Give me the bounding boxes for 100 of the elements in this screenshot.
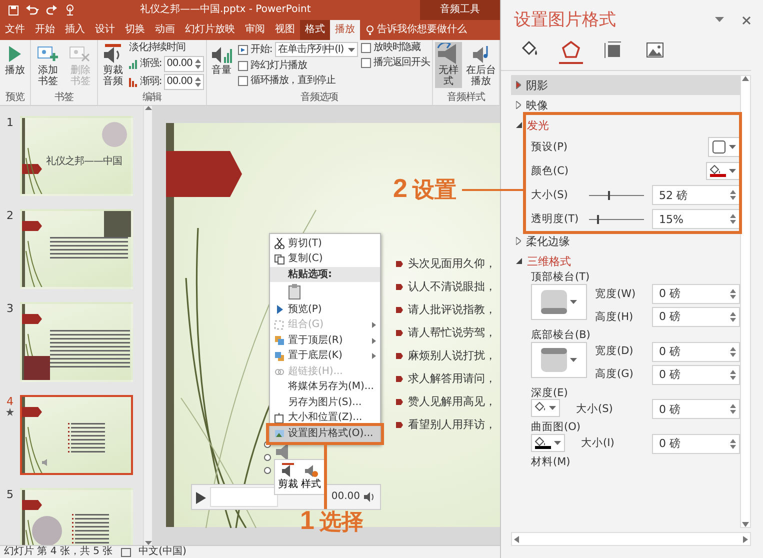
bevel-dropdown[interactable] xyxy=(531,284,587,320)
slide-number: 1 xyxy=(6,116,14,130)
section-header[interactable]: 柔化边缘 xyxy=(511,231,740,252)
spin-field[interactable]: 0 磅 xyxy=(652,306,740,327)
touch-mode-icon[interactable] xyxy=(64,4,76,16)
ribbon-tab[interactable]: 审阅 xyxy=(240,20,270,40)
preset-dropdown[interactable] xyxy=(708,137,740,158)
spin-field[interactable]: 0 磅 xyxy=(652,342,740,362)
checkbox-label[interactable]: 播完返回开头 xyxy=(374,57,430,69)
ribbon-tab[interactable]: 幻灯片放映 xyxy=(180,20,240,40)
field-label: 渐强: xyxy=(140,58,162,70)
scroll-up-icon[interactable] xyxy=(742,76,749,82)
spin-field[interactable]: 0 磅 xyxy=(652,399,740,420)
scroll-right-icon[interactable] xyxy=(743,536,748,542)
field-label: 颜色(C) xyxy=(531,165,569,178)
bullet-text: 认人不清说眼拙， xyxy=(408,279,496,295)
paste-icon[interactable] xyxy=(288,284,302,300)
slider-thumb[interactable] xyxy=(597,214,600,224)
slide-thumbnail[interactable]: 礼仪之邦——中国 xyxy=(20,116,133,196)
spin-field[interactable]: 15% xyxy=(652,209,740,230)
caret-icon xyxy=(570,358,577,362)
spin-field[interactable]: 00.00 xyxy=(164,74,204,90)
field-label: 高度(H) xyxy=(595,310,634,324)
slide-thumbnail[interactable] xyxy=(20,302,133,382)
scroll-down-icon[interactable] xyxy=(742,522,749,527)
menu-item[interactable]: 复制(C) xyxy=(270,252,380,267)
checkbox[interactable] xyxy=(238,76,248,86)
toolbar-button[interactable]: 剪裁 xyxy=(278,463,298,491)
spin-field[interactable]: 00.00 xyxy=(164,56,204,72)
pane-options-icon[interactable] xyxy=(715,17,724,24)
menu-item[interactable]: 置于底层(K) xyxy=(270,348,380,364)
ribbon-button[interactable]: 播放 xyxy=(2,42,28,77)
spin-field[interactable]: 52 磅 xyxy=(652,185,740,206)
menu-item[interactable]: 将媒体另存为(M)... xyxy=(270,380,380,395)
section-header[interactable]: 阴影 xyxy=(511,75,740,96)
bevel-dropdown[interactable] xyxy=(531,342,587,378)
ribbon-tab[interactable]: 格式 xyxy=(300,20,330,40)
bullet-text: 请人帮忙说劳驾， xyxy=(408,325,496,341)
spin-arrows-icon xyxy=(194,59,201,69)
bullet-text: 求人解答用请问， xyxy=(408,371,496,387)
ribbon-button[interactable]: 剪裁音频 xyxy=(100,42,126,88)
color-dropdown[interactable] xyxy=(531,434,565,452)
undo-icon[interactable] xyxy=(26,4,39,16)
slider-thumb[interactable] xyxy=(608,190,610,200)
checkbox-label[interactable]: 跨幻灯片播放 xyxy=(250,60,308,72)
vertical-scrollbar[interactable] xyxy=(143,106,152,545)
ribbon-button[interactable]: 添加书签 xyxy=(33,42,63,88)
menu-item[interactable]: 另存为图片(S)... xyxy=(270,395,380,410)
ribbon-tab[interactable]: 设计 xyxy=(90,20,120,40)
checkbox[interactable] xyxy=(238,61,248,71)
ribbon-tab[interactable]: 插入 xyxy=(60,20,90,40)
menu-item[interactable]: 置于顶层(R) xyxy=(270,333,380,348)
section-header[interactable]: 发光 xyxy=(511,115,740,136)
toolbar-button[interactable]: 样式 xyxy=(301,463,321,491)
menu-item[interactable]: 大小和位置(Z)... xyxy=(270,410,380,426)
checkbox[interactable] xyxy=(360,43,371,53)
spin-field[interactable]: 0 磅 xyxy=(652,284,740,304)
slide-thumbnail[interactable] xyxy=(20,488,133,545)
slide-thumbnail[interactable] xyxy=(20,209,133,289)
menu-item[interactable]: 剪切(T) xyxy=(270,236,380,252)
ribbon-tab[interactable]: 播放 xyxy=(330,20,360,40)
ribbon-tab[interactable]: 视图 xyxy=(270,20,300,40)
horizontal-scrollbar[interactable] xyxy=(511,532,751,546)
section-header[interactable]: 映像 xyxy=(511,95,740,116)
scroll-left-icon[interactable] xyxy=(514,536,519,542)
checkbox[interactable] xyxy=(360,58,371,68)
bullet-text: 请人批评说指教， xyxy=(408,302,496,318)
slide-thumbnail[interactable] xyxy=(20,395,133,475)
spin-field[interactable]: 0 磅 xyxy=(652,434,740,454)
ribbon-tab[interactable]: 切换 xyxy=(120,20,150,40)
ribbon-tab[interactable]: 开始 xyxy=(30,20,60,40)
close-icon[interactable] xyxy=(742,16,751,25)
field-label: 预设(P) xyxy=(531,141,568,154)
slide-number: 5 xyxy=(6,488,14,502)
vertical-scrollbar[interactable] xyxy=(740,75,751,528)
language-status[interactable]: 中文(中国) xyxy=(138,546,186,558)
field-label: 顶部棱台(T) xyxy=(531,271,591,284)
ribbon-button[interactable]: 在后台播放 xyxy=(464,42,497,88)
notes-icon[interactable] xyxy=(120,548,131,556)
color-dropdown[interactable] xyxy=(531,399,560,418)
checkbox-label[interactable]: 循环播放，直到停止 xyxy=(250,75,336,87)
start-dropdown[interactable]: 在单击序列中(I) xyxy=(275,42,358,57)
spin-field[interactable]: 0 磅 xyxy=(652,364,740,385)
progress-track[interactable] xyxy=(210,487,278,507)
checkbox-label[interactable]: 放映时隐藏 xyxy=(374,42,421,54)
menu-item[interactable]: 预览(P) xyxy=(270,302,380,318)
pane-tab[interactable] xyxy=(559,38,583,64)
field-label: 开始: xyxy=(250,44,272,56)
section-header[interactable]: 三维格式 xyxy=(511,251,740,272)
ribbon-tab[interactable]: 动画 xyxy=(150,20,180,40)
ribbon-button[interactable]: 音量 xyxy=(208,42,235,77)
ribbon-button[interactable]: 无样式 xyxy=(434,42,462,88)
annotation-label: 1 选择 xyxy=(300,507,364,534)
redo-icon[interactable] xyxy=(46,4,57,16)
color-dropdown[interactable] xyxy=(706,162,740,180)
volume-icon[interactable] xyxy=(364,492,376,502)
ribbon-tab[interactable]: 文件 xyxy=(0,20,30,40)
tell-me-field[interactable]: 告诉我你想要做什么 xyxy=(360,20,467,40)
save-icon[interactable] xyxy=(8,4,19,16)
menu-item[interactable]: 设置图片格式(O)... xyxy=(270,426,380,442)
